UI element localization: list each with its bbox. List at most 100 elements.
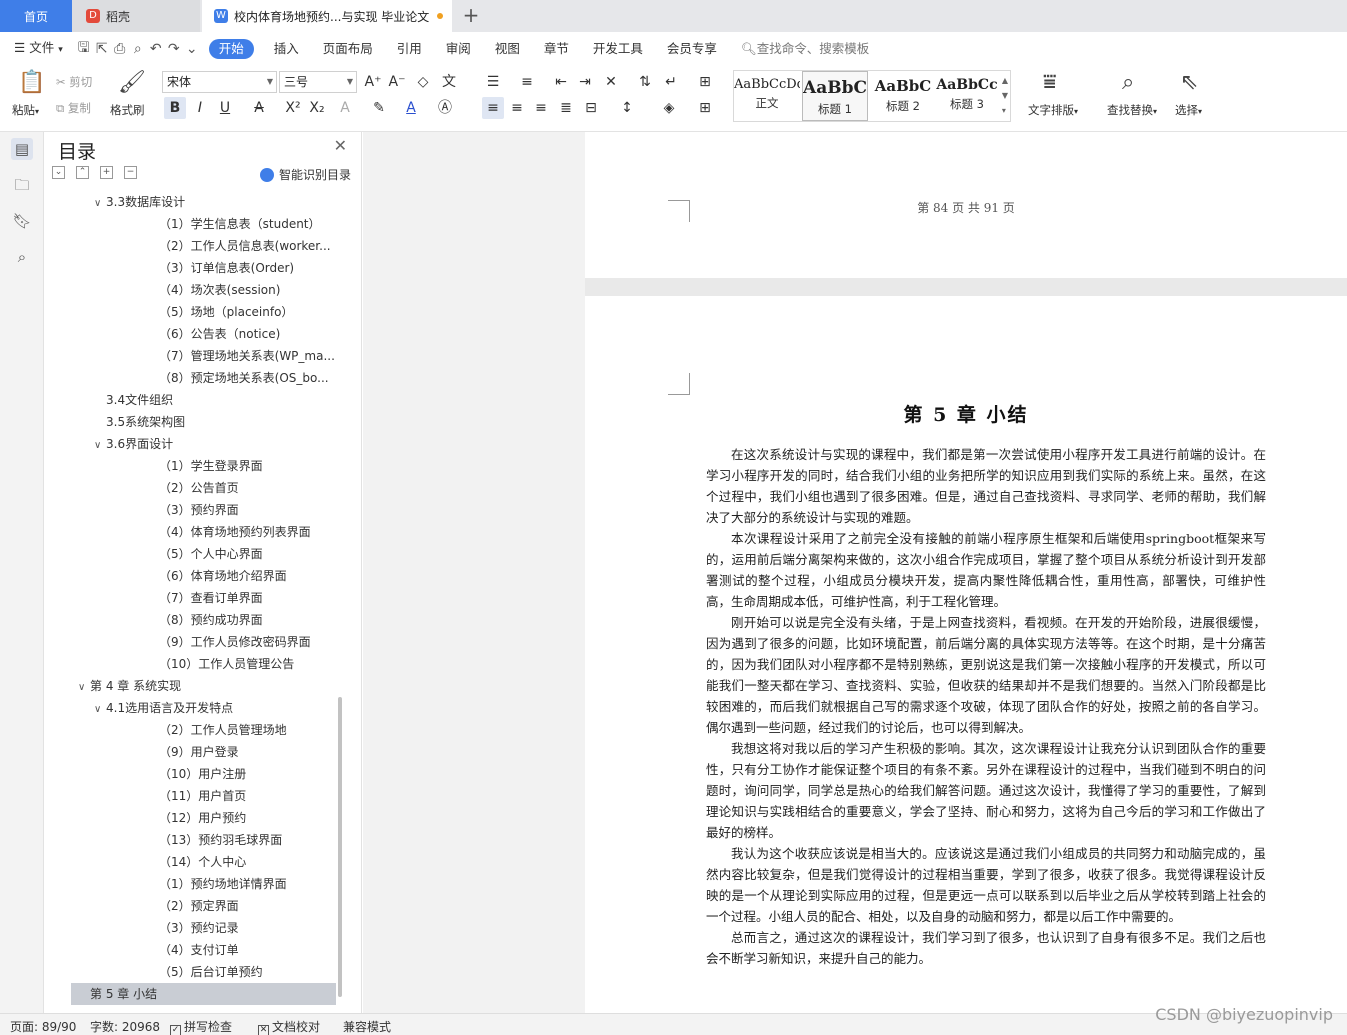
menu-tab-layout[interactable]: 页面布局 bbox=[311, 32, 385, 66]
shrink-font-icon[interactable]: A⁻ bbox=[386, 71, 408, 93]
search-icon[interactable]: ⌕ bbox=[11, 246, 33, 268]
chevron-down-icon[interactable]: ∨ bbox=[94, 435, 106, 455]
text-effect-button[interactable]: A bbox=[334, 97, 356, 119]
italic-button[interactable]: I bbox=[189, 97, 211, 119]
toc-item[interactable]: （9）用户登录 bbox=[44, 741, 336, 763]
file-menu[interactable]: ☰ 文件 ▾ bbox=[0, 31, 75, 67]
customize-icon[interactable]: ⌄ bbox=[183, 41, 201, 57]
toc-item[interactable]: （4）体育场地预约列表界面 bbox=[44, 521, 336, 543]
menu-tab-section[interactable]: 章节 bbox=[532, 32, 581, 66]
command-search[interactable]: 🔍︎查找命令、搜索模板 bbox=[729, 32, 881, 66]
toc-item[interactable]: （6）体育场地介绍界面 bbox=[44, 565, 336, 587]
chevron-down-icon[interactable]: ∨ bbox=[94, 699, 106, 719]
chinese-layout-icon[interactable]: ✕ bbox=[600, 71, 622, 93]
grow-font-icon[interactable]: A⁺ bbox=[362, 71, 384, 93]
style-heading-2[interactable]: AaBbC 标题 2 bbox=[870, 71, 936, 121]
toc-item[interactable]: ∨ 第 4 章 系统实现 bbox=[44, 675, 336, 697]
font-color-button[interactable]: A bbox=[400, 97, 422, 119]
toc-item[interactable]: （6）公告表（notice) bbox=[44, 323, 336, 345]
toc-item[interactable]: （10）工作人员管理公告 bbox=[44, 653, 336, 675]
expand-up-icon[interactable]: ⌃ bbox=[76, 166, 89, 179]
toc-item[interactable]: （11）用户首页 bbox=[44, 785, 336, 807]
toc-item[interactable]: （1）学生信息表（student） bbox=[44, 213, 336, 235]
toc-item[interactable]: ∨ 3.6界面设计 bbox=[44, 433, 336, 455]
bullet-list-icon[interactable]: ☰ bbox=[482, 71, 504, 93]
toc-item[interactable]: （4）支付订单 bbox=[44, 939, 336, 961]
font-name-select[interactable]: 宋体 ▼ bbox=[162, 71, 277, 93]
toc-item[interactable]: （5）个人中心界面 bbox=[44, 543, 336, 565]
add-heading-icon[interactable]: + bbox=[100, 166, 113, 179]
toc-item[interactable]: ∨ 3.3数据库设计 bbox=[44, 191, 336, 213]
align-right-button[interactable]: ≡ bbox=[530, 97, 552, 119]
find-replace-button[interactable]: 查找替换▾ bbox=[1107, 102, 1157, 118]
menu-tab-insert[interactable]: 插入 bbox=[262, 32, 311, 66]
collapse-all-icon[interactable]: ⌄ bbox=[52, 166, 65, 179]
menu-tab-member[interactable]: 会员专享 bbox=[655, 32, 729, 66]
font-size-select[interactable]: 三号 ▼ bbox=[279, 71, 357, 93]
smart-toc-button[interactable]: 智能识别目录 bbox=[259, 166, 351, 183]
toc-item[interactable]: （7）查看订单界面 bbox=[44, 587, 336, 609]
text-layout-button[interactable]: 文字排版▾ bbox=[1028, 102, 1078, 118]
chevron-down-icon[interactable]: ∨ bbox=[94, 193, 106, 213]
toc-item[interactable]: （8）预约成功界面 bbox=[44, 609, 336, 631]
toc-item[interactable]: （10）用户注册 bbox=[44, 763, 336, 785]
superscript-button[interactable]: X² bbox=[282, 97, 304, 119]
justify-button[interactable]: ≣ bbox=[555, 97, 577, 119]
toc-item[interactable]: （2）工作人员管理场地 bbox=[44, 719, 336, 741]
align-center-button[interactable]: ≡ bbox=[506, 97, 528, 119]
toc-item[interactable]: （8）预定场地关系表(OS_bo... bbox=[44, 367, 336, 389]
strikethrough-button[interactable]: A bbox=[248, 97, 270, 119]
tab-document[interactable]: W 校内体育场地预约...与实现 毕业论文 bbox=[202, 0, 452, 32]
numbered-list-icon[interactable]: ≡ bbox=[516, 71, 538, 93]
toc-item[interactable]: （7）管理场地关系表(WP_ma... bbox=[44, 345, 336, 367]
menu-tab-home[interactable]: 开始 bbox=[208, 39, 254, 59]
toc-item[interactable]: ∨ 4.1选用语言及开发特点 bbox=[44, 697, 336, 719]
toc-item[interactable]: （1）学生登录界面 bbox=[44, 455, 336, 477]
spell-check-toggle[interactable]: ✓ 拼写检查 bbox=[170, 1018, 232, 1035]
style-normal[interactable]: AaBbCcDd 正文 bbox=[734, 71, 800, 121]
toc-item[interactable]: 3.4文件组织 bbox=[44, 389, 336, 411]
toc-item[interactable]: （3）预约记录 bbox=[44, 917, 336, 939]
chapter-nav-icon[interactable]: 🗀 bbox=[11, 174, 33, 196]
phonetic-icon[interactable]: 文 bbox=[438, 71, 460, 93]
increase-indent-icon[interactable]: ⇥ bbox=[574, 71, 596, 93]
borders-icon[interactable]: ⊞ bbox=[694, 97, 716, 119]
cut-button[interactable]: ✂ 剪切 bbox=[56, 74, 92, 90]
toc-item[interactable]: 3.5系统架构图 bbox=[44, 411, 336, 433]
format-painter-icon[interactable]: 🖌 bbox=[118, 70, 146, 95]
export-icon[interactable]: ⇱ bbox=[93, 41, 111, 57]
ruler-icon[interactable]: ⊞ bbox=[694, 71, 716, 93]
toc-item[interactable]: （3）订单信息表(Order) bbox=[44, 257, 336, 279]
toc-item[interactable]: （5）后台订单预约 bbox=[44, 961, 336, 983]
cursor-select-icon[interactable]: ⇖ bbox=[1180, 70, 1198, 95]
save-icon[interactable]: 🖫 bbox=[75, 37, 93, 61]
new-tab-button[interactable]: + bbox=[456, 0, 486, 32]
page-count[interactable]: 页面: 89/90 bbox=[10, 1018, 76, 1035]
clear-format-icon[interactable]: ◇ bbox=[412, 71, 434, 93]
toc-item[interactable]: （9）工作人员修改密码界面 bbox=[44, 631, 336, 653]
menu-tab-developer[interactable]: 开发工具 bbox=[581, 32, 655, 66]
toc-item[interactable]: （2）工作人员信息表(worker... bbox=[44, 235, 336, 257]
bookmark-icon[interactable]: 🔖︎ bbox=[11, 210, 33, 232]
toc-item[interactable]: （5）场地（placeinfo） bbox=[44, 301, 336, 323]
underline-button[interactable]: U bbox=[214, 97, 236, 119]
copy-button[interactable]: ⧉ 复制 bbox=[56, 100, 91, 116]
toc-item[interactable]: （1）预约场地详情界面 bbox=[44, 873, 336, 895]
toc-outline-icon[interactable]: ▤ bbox=[11, 138, 33, 160]
remove-heading-icon[interactable]: − bbox=[124, 166, 137, 179]
menu-tab-references[interactable]: 引用 bbox=[385, 32, 434, 66]
print-icon[interactable]: ⎙ bbox=[111, 41, 129, 57]
style-heading-1[interactable]: AaBbC 标题 1 bbox=[802, 71, 868, 121]
toc-scrollbar[interactable] bbox=[338, 697, 342, 997]
menu-tab-review[interactable]: 审阅 bbox=[434, 32, 483, 66]
word-count[interactable]: 字数: 20968 bbox=[90, 1018, 160, 1035]
bold-button[interactable]: B bbox=[164, 97, 186, 119]
close-icon[interactable]: ✕ bbox=[334, 136, 347, 155]
menu-tab-view[interactable]: 视图 bbox=[483, 32, 532, 66]
print-preview-icon[interactable]: ⌕ bbox=[129, 41, 147, 57]
proofread-toggle[interactable]: ✕ 文档校对 bbox=[258, 1018, 320, 1035]
toc-item[interactable]: （14）个人中心 bbox=[44, 851, 336, 873]
distribute-button[interactable]: ⊟ bbox=[580, 97, 602, 119]
page-current[interactable]: 第 5 章 小结 在这次系统设计与实现的课程中，我们都是第一次尝试使用小程序开发… bbox=[585, 296, 1347, 1013]
select-button[interactable]: 选择▾ bbox=[1175, 102, 1202, 118]
